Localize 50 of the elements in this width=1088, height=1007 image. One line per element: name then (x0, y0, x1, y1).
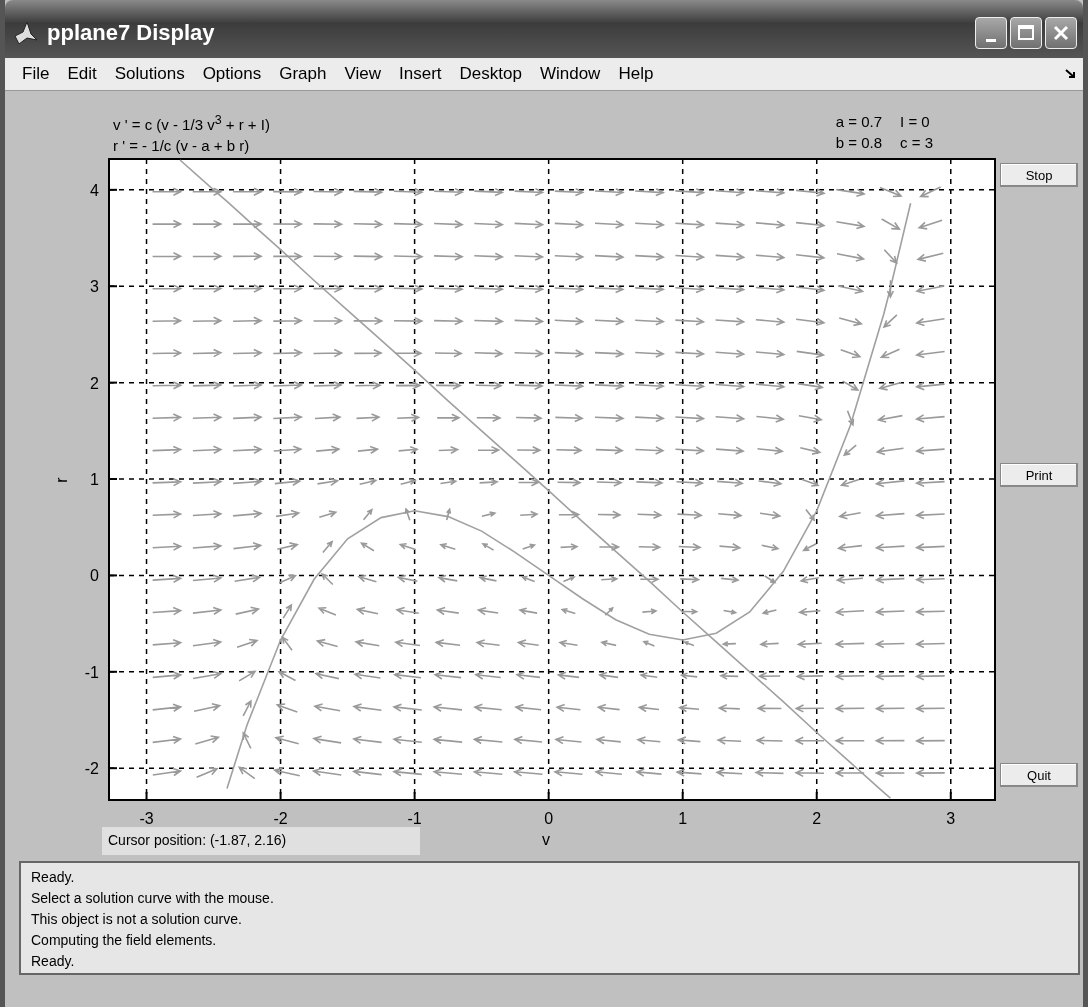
message-line: This object is not a solution curve. (31, 910, 243, 929)
menu-item[interactable]: Insert (390, 64, 451, 84)
menu-item[interactable]: Edit (58, 64, 106, 84)
parameter-text: I = 0 (900, 113, 931, 130)
menu-item[interactable]: View (335, 64, 391, 84)
y-tick-label: 2 (90, 374, 99, 392)
x-tick-label: 1 (678, 810, 688, 827)
message-line: Ready. (31, 952, 76, 971)
x-axis-label: v (542, 831, 550, 849)
menu-item[interactable]: Solutions (105, 64, 194, 84)
equation-text: r ' = - 1/c (v - a + b r) (113, 137, 251, 154)
y-tick-label: 3 (90, 278, 99, 296)
y-tick-label: 0 (90, 567, 99, 585)
menu-item[interactable]: File (13, 64, 59, 84)
x-tick-label: -2 (273, 810, 288, 827)
x-tick-label: 0 (544, 810, 554, 827)
menu-item[interactable]: Desktop (450, 64, 531, 84)
x-tick-label: 3 (946, 810, 956, 827)
y-tick-label: -1 (84, 663, 99, 681)
cursor-position-text: Cursor position: (-1.87, 2.16) (102, 827, 420, 855)
message-line: Ready. (31, 868, 76, 887)
y-tick-label: 4 (90, 181, 99, 199)
message-line: Computing the field elements. (31, 931, 218, 950)
x-tick-label: -3 (139, 810, 154, 827)
app-logo-icon (13, 20, 39, 46)
window-title: pplane7 Display (47, 20, 215, 46)
action-button[interactable]: Stop (1000, 163, 1078, 187)
parameter-text: a = 0.7 (835, 113, 883, 130)
maximize-icon (1017, 24, 1035, 42)
y-axis-label: r (52, 477, 70, 483)
close-button[interactable] (1045, 17, 1077, 49)
x-tick-label: 2 (812, 810, 822, 827)
minimize-icon (986, 38, 996, 42)
action-button[interactable]: Quit (1000, 763, 1078, 787)
maximize-button[interactable] (1010, 17, 1042, 49)
menu-item[interactable]: Options (193, 64, 271, 84)
x-tick-label: -1 (407, 810, 422, 827)
menu-item[interactable]: Graph (270, 64, 336, 84)
action-button[interactable]: Print (1000, 463, 1078, 487)
equation-text: v ' = c (v - 1/3 v$^{3}$ + r + I) (113, 113, 270, 133)
y-tick-label: 1 (90, 471, 99, 488)
y-tick-label: -2 (84, 760, 99, 778)
message-line: Select a solution curve with the mouse. (31, 889, 275, 908)
parameter-text: c = 3 (900, 134, 933, 151)
dock-arrow-icon[interactable] (1065, 68, 1077, 80)
close-icon (1052, 24, 1070, 42)
menu-item[interactable]: Help (609, 64, 663, 84)
parameter-text: b = 0.8 (835, 134, 883, 151)
menu-item[interactable]: Window (530, 64, 610, 84)
minimize-button[interactable] (975, 17, 1007, 49)
